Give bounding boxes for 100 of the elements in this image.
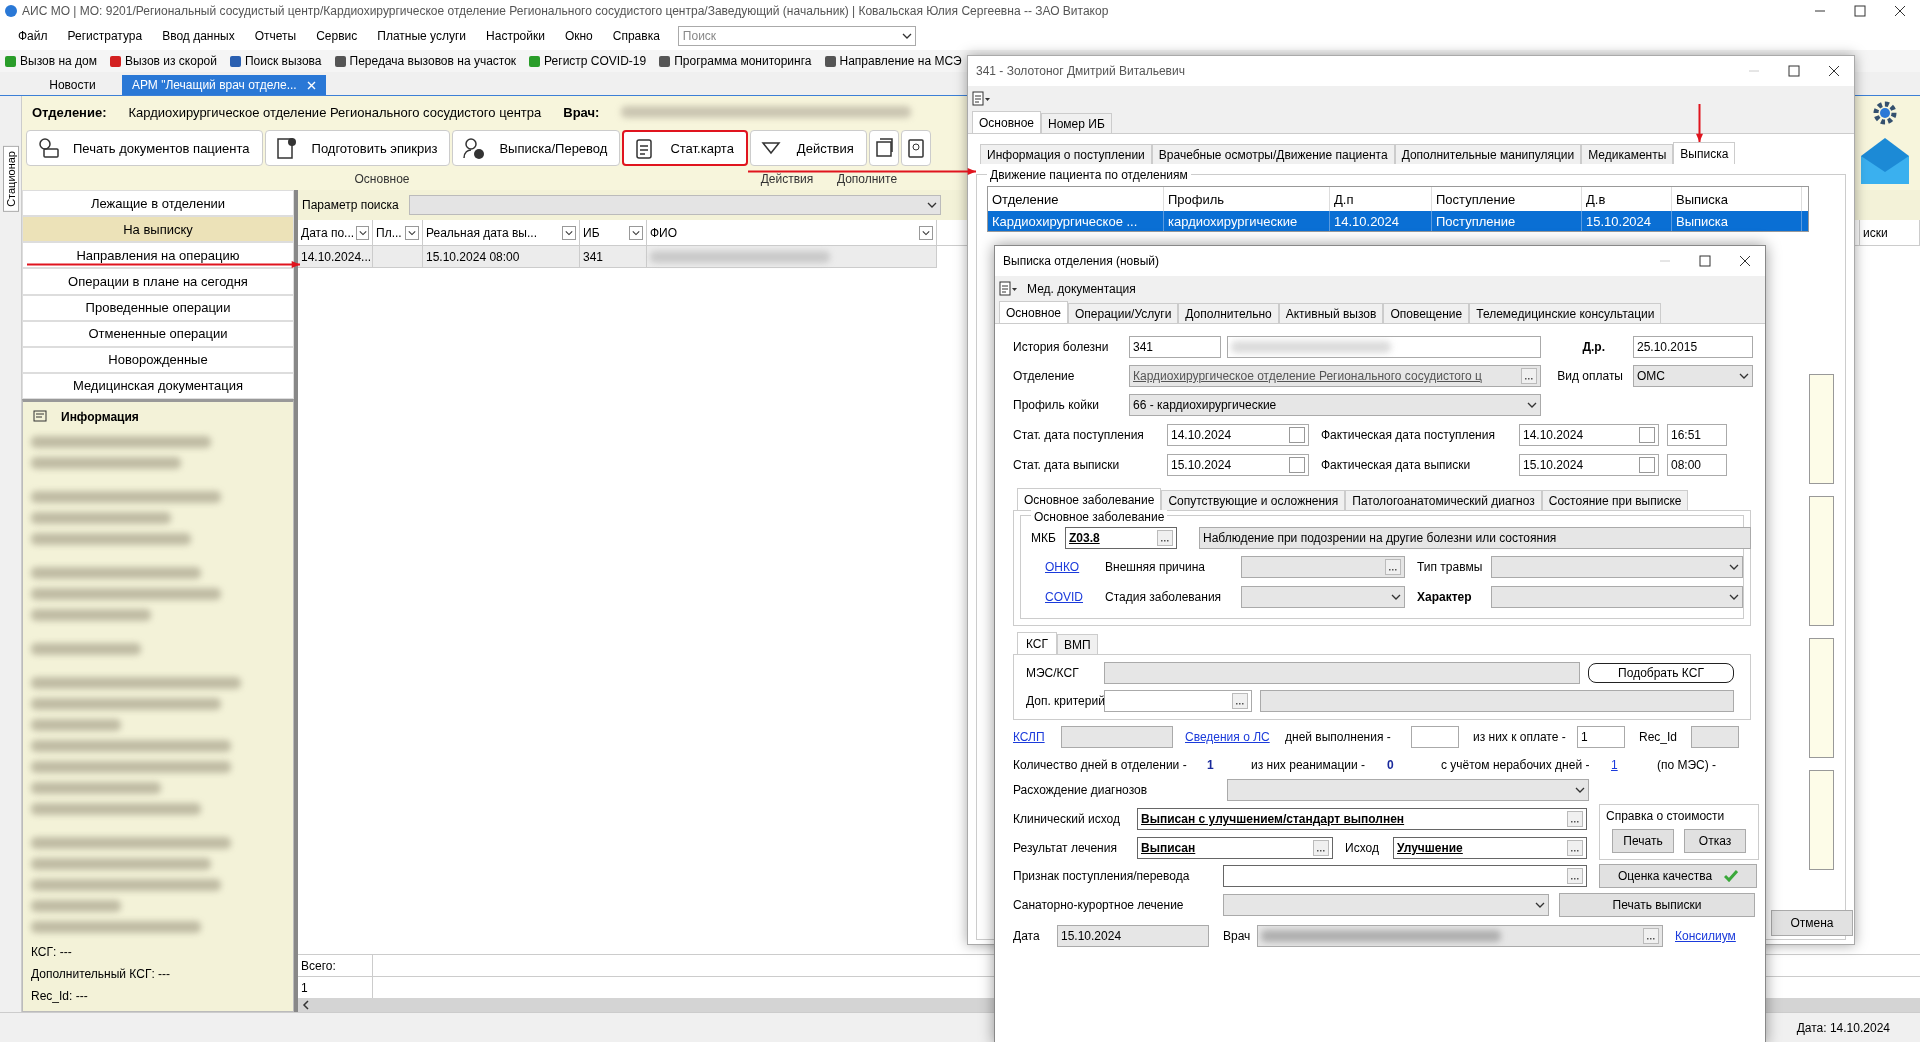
toolbar-button[interactable]: Программа мониторинга (656, 54, 814, 68)
date-field[interactable]: 15.10.2024 (1057, 925, 1209, 947)
menu-item[interactable]: Окно (554, 29, 603, 43)
department-field[interactable]: Кардиохирургическое отделение Регионального сосудистого ц (1129, 365, 1541, 387)
table-row[interactable]: Кардиохирургическое ... кардиохирургические 14.10.2024 Поступление 15.10.2024 Выписка (988, 211, 1808, 231)
tab[interactable]: Медикаменты (1581, 144, 1674, 164)
menu-item[interactable]: Отчеты (244, 29, 307, 43)
diagnosis-name-field[interactable]: Наблюдение при подозрении на другие болезни или состояния (1199, 527, 1751, 549)
field-label: Дата (1013, 929, 1041, 943)
nav-item[interactable]: Медицинская документация (22, 372, 294, 399)
toolbar-button[interactable]: Поиск вызова (227, 54, 324, 68)
field-label: из них реанимации - (1251, 758, 1367, 772)
side-tab[interactable]: Стационар (2, 146, 19, 212)
menu-item[interactable]: Платные услуги (367, 29, 477, 43)
column-header[interactable]: ФИО (647, 220, 937, 245)
clinical-outcome-field[interactable]: Выписан с улучшением/стандарт выполнен (1137, 808, 1587, 830)
payment-select[interactable]: ОМС (1633, 365, 1753, 387)
tab[interactable]: Состояние при выписке (1541, 490, 1689, 510)
action-button[interactable]: Печать документов пациента (26, 130, 263, 166)
tab[interactable]: Информация о поступлении (980, 144, 1152, 164)
action-button[interactable]: Подготовить эпикриз (264, 130, 451, 166)
tab[interactable]: Сопутствующие и осложнения (1161, 490, 1346, 510)
tab[interactable]: Основное (972, 111, 1041, 133)
toolbar-button[interactable]: Направление на МСЭ (821, 54, 964, 68)
tab[interactable]: Оповещение (1383, 303, 1470, 323)
table-cell: 341 (580, 246, 647, 267)
pick-ksg-button[interactable]: Подобрать КСГ (1588, 663, 1734, 683)
tab[interactable]: Телемедицинские консультации (1469, 303, 1662, 323)
tab[interactable]: Основное заболевание (1017, 488, 1162, 510)
column-header[interactable]: иски (1860, 220, 1920, 245)
group-title: Движение пациента по отделениям (987, 168, 1191, 182)
nav-item[interactable]: Операции в плане на сегодня (22, 268, 294, 295)
nav-item[interactable]: На выписку (22, 216, 294, 243)
menu-item[interactable]: Сервис (306, 29, 368, 43)
tab[interactable]: ВМП (1057, 634, 1098, 654)
toolbar-button[interactable]: Вызов из скорой (106, 54, 219, 68)
time-field[interactable]: 16:51 (1667, 424, 1727, 446)
tab[interactable]: Номер ИБ (1041, 113, 1112, 133)
refuse-button[interactable]: Отказ (1684, 829, 1746, 853)
date-field[interactable]: 15.10.2024 (1519, 454, 1659, 476)
nav-item[interactable]: Отмененные операции (22, 320, 294, 347)
search-field[interactable]: Поиск (677, 26, 916, 46)
field-label: Внешняя причина (1105, 560, 1207, 574)
action-button[interactable]: Стат.карта (622, 130, 748, 166)
column-header[interactable]: Реальная дата вы... (423, 220, 580, 245)
toolbar-button[interactable]: Передача вызовов на участок (331, 54, 519, 68)
toolbar-button[interactable]: Вызов на дом (2, 54, 99, 68)
tab[interactable]: Операции/Услуги (1068, 303, 1179, 323)
cancel-button[interactable]: Отмена (1771, 910, 1853, 936)
tab[interactable]: Активный вызов (1278, 303, 1384, 323)
quality-button[interactable]: Оценка качества (1599, 864, 1757, 888)
column-header[interactable]: Пл... (373, 220, 423, 245)
tab[interactable]: Дополнительно (1178, 303, 1279, 323)
print-discharge-button[interactable]: Печать выписки (1559, 893, 1755, 917)
menu-item[interactable]: Регистратура (57, 29, 153, 43)
date-field[interactable]: 14.10.2024 (1167, 424, 1309, 446)
toolbar-label[interactable]: Мед. документация (1027, 282, 1136, 296)
onko-link[interactable]: ОНКО (1045, 560, 1080, 574)
menu-item[interactable]: Файл (8, 29, 58, 43)
menu-item[interactable]: Ввод данных (152, 29, 245, 43)
tab[interactable]: Выписка (1673, 142, 1736, 164)
icu-days-value: 0 (1387, 758, 1395, 772)
kslp-link[interactable]: КСЛП (1013, 730, 1045, 744)
menu-item[interactable]: Справка (602, 29, 670, 43)
action-button[interactable]: Действия (749, 130, 867, 166)
tab[interactable]: Дополнительные манипуляции (1394, 144, 1582, 164)
drug-info-link[interactable]: Сведения о ЛС (1185, 730, 1270, 744)
action-button[interactable]: Выписка/Перевод (452, 130, 621, 166)
birth-date-field[interactable]: 25.10.2015 (1633, 336, 1753, 358)
print-button[interactable]: Печать (1612, 829, 1674, 853)
field-label: Вид оплаты (1556, 369, 1624, 383)
time-field[interactable]: 08:00 (1667, 454, 1727, 476)
outcome-field[interactable]: Улучшение (1393, 837, 1587, 859)
date-field[interactable]: 15.10.2024 (1167, 454, 1309, 476)
icd-code-field[interactable]: Z03.8 (1065, 527, 1177, 549)
tab[interactable]: Основное (999, 301, 1068, 323)
date-field[interactable]: 14.10.2024 (1519, 424, 1659, 446)
nav-item[interactable]: Лежащие в отделении (22, 190, 294, 217)
tab[interactable]: Врачебные осмотры/Движение пациента (1151, 144, 1395, 164)
toolbar-button[interactable]: Регистр COVID-19 (526, 54, 649, 68)
menu-item[interactable]: Настройки (476, 29, 555, 43)
nav-item[interactable]: Направления на операцию (22, 242, 294, 269)
paid-days-field[interactable]: 1 (1577, 726, 1625, 748)
section-label: Действия (759, 172, 815, 186)
nonwork-days-link[interactable]: 1 (1611, 758, 1618, 772)
column-header[interactable]: Дата по... (298, 220, 373, 245)
bed-profile-select[interactable]: 66 - кардиохирургические (1129, 394, 1541, 416)
covid-link[interactable]: COVID (1045, 590, 1083, 604)
table-cell: 15.10.2024 08:00 (423, 246, 580, 267)
tab[interactable]: КСГ (1017, 632, 1057, 654)
field-label: Профиль койки (1013, 398, 1100, 412)
column-header[interactable]: ИБ (580, 220, 647, 245)
document-tab[interactable]: АРМ "Лечащий врач отделе... (122, 75, 326, 95)
nav-item[interactable]: Новорожденные (22, 346, 294, 373)
tab[interactable]: Патологоанатомический диагноз (1345, 490, 1542, 510)
table-row[interactable]: 14.10.2024... 15.10.2024 08:00 341 (298, 246, 937, 268)
nav-item[interactable]: Проведенные операции (22, 294, 294, 321)
result-field[interactable]: Выписан (1137, 837, 1333, 859)
consilium-link[interactable]: Консилиум (1675, 929, 1736, 943)
case-number-field[interactable]: 341 (1129, 336, 1221, 358)
